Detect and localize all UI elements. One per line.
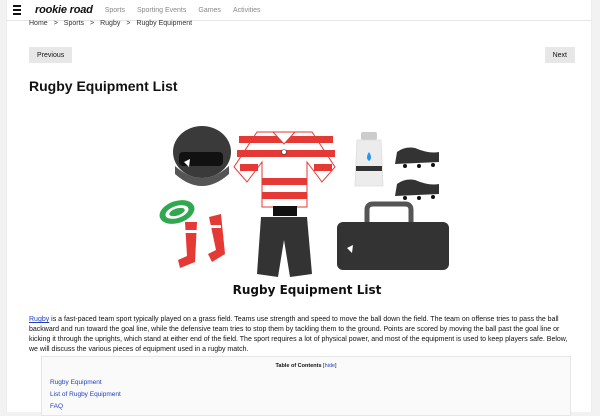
breadcrumb-rugby-equipment[interactable]: Rugby Equipment bbox=[136, 20, 192, 27]
toc-item: List of Rugby Equipment bbox=[50, 391, 121, 398]
jersey-icon bbox=[233, 131, 336, 216]
rugby-equipment-illustration: Rugby Equipment List bbox=[159, 126, 449, 297]
page-title: Rugby Equipment List bbox=[29, 78, 178, 94]
water-bottle-icon bbox=[354, 132, 384, 187]
toc-header: Table of Contents [hide] bbox=[42, 363, 570, 369]
breadcrumb-home[interactable]: Home bbox=[29, 20, 48, 27]
helmet-icon bbox=[173, 126, 231, 186]
toc-list: Rugby Equipment List of Rugby Equipment … bbox=[50, 379, 121, 415]
toc-title: Table of Contents bbox=[275, 363, 322, 369]
previous-button[interactable]: Previous bbox=[29, 47, 73, 63]
page: rookie road Sports Sporting Events Games… bbox=[6, 0, 592, 416]
nav-link-sporting-events[interactable]: Sporting Events bbox=[137, 7, 186, 14]
socks-icon bbox=[178, 214, 225, 268]
next-button[interactable]: Next bbox=[544, 47, 575, 63]
intro-paragraph: Rugby is a fast-paced team sport typical… bbox=[29, 315, 574, 355]
breadcrumb-rugby[interactable]: Rugby bbox=[100, 20, 120, 27]
toc-hide-link[interactable]: hide bbox=[325, 363, 335, 369]
breadcrumb-sports[interactable]: Sports bbox=[64, 20, 84, 27]
toc-item: FAQ bbox=[50, 403, 121, 410]
rugby-link[interactable]: Rugby bbox=[29, 316, 49, 323]
toc-bracket-close: ] bbox=[334, 363, 337, 369]
top-nav: rookie road Sports Sporting Events Games… bbox=[7, 0, 591, 21]
menu-icon[interactable] bbox=[13, 3, 29, 17]
shorts-icon bbox=[257, 217, 312, 277]
breadcrumb-separator: > bbox=[53, 20, 58, 27]
nav-link-activities[interactable]: Activities bbox=[233, 7, 261, 14]
toc-link-faq[interactable]: FAQ bbox=[50, 403, 63, 410]
breadcrumb-separator: > bbox=[90, 20, 95, 27]
toc-link-list-of-rugby-equipment[interactable]: List of Rugby Equipment bbox=[50, 391, 121, 398]
table-of-contents: Table of Contents [hide] Rugby Equipment… bbox=[41, 356, 571, 416]
breadcrumb: Home > Sports > Rugby > Rugby Equipment bbox=[29, 20, 192, 27]
hero-caption: Rugby Equipment List bbox=[233, 283, 382, 297]
toc-link-rugby-equipment[interactable]: Rugby Equipment bbox=[50, 379, 102, 386]
intro-text: is a fast-paced team sport typically pla… bbox=[29, 316, 568, 353]
site-logo[interactable]: rookie road bbox=[35, 4, 93, 16]
equipment-bag-icon bbox=[337, 201, 449, 270]
toc-item: Rugby Equipment bbox=[50, 379, 121, 386]
rugby-boots-icon bbox=[395, 147, 439, 200]
nav-link-sports[interactable]: Sports bbox=[105, 7, 125, 14]
breadcrumb-separator: > bbox=[126, 20, 131, 27]
nav-link-games[interactable]: Games bbox=[198, 7, 221, 14]
